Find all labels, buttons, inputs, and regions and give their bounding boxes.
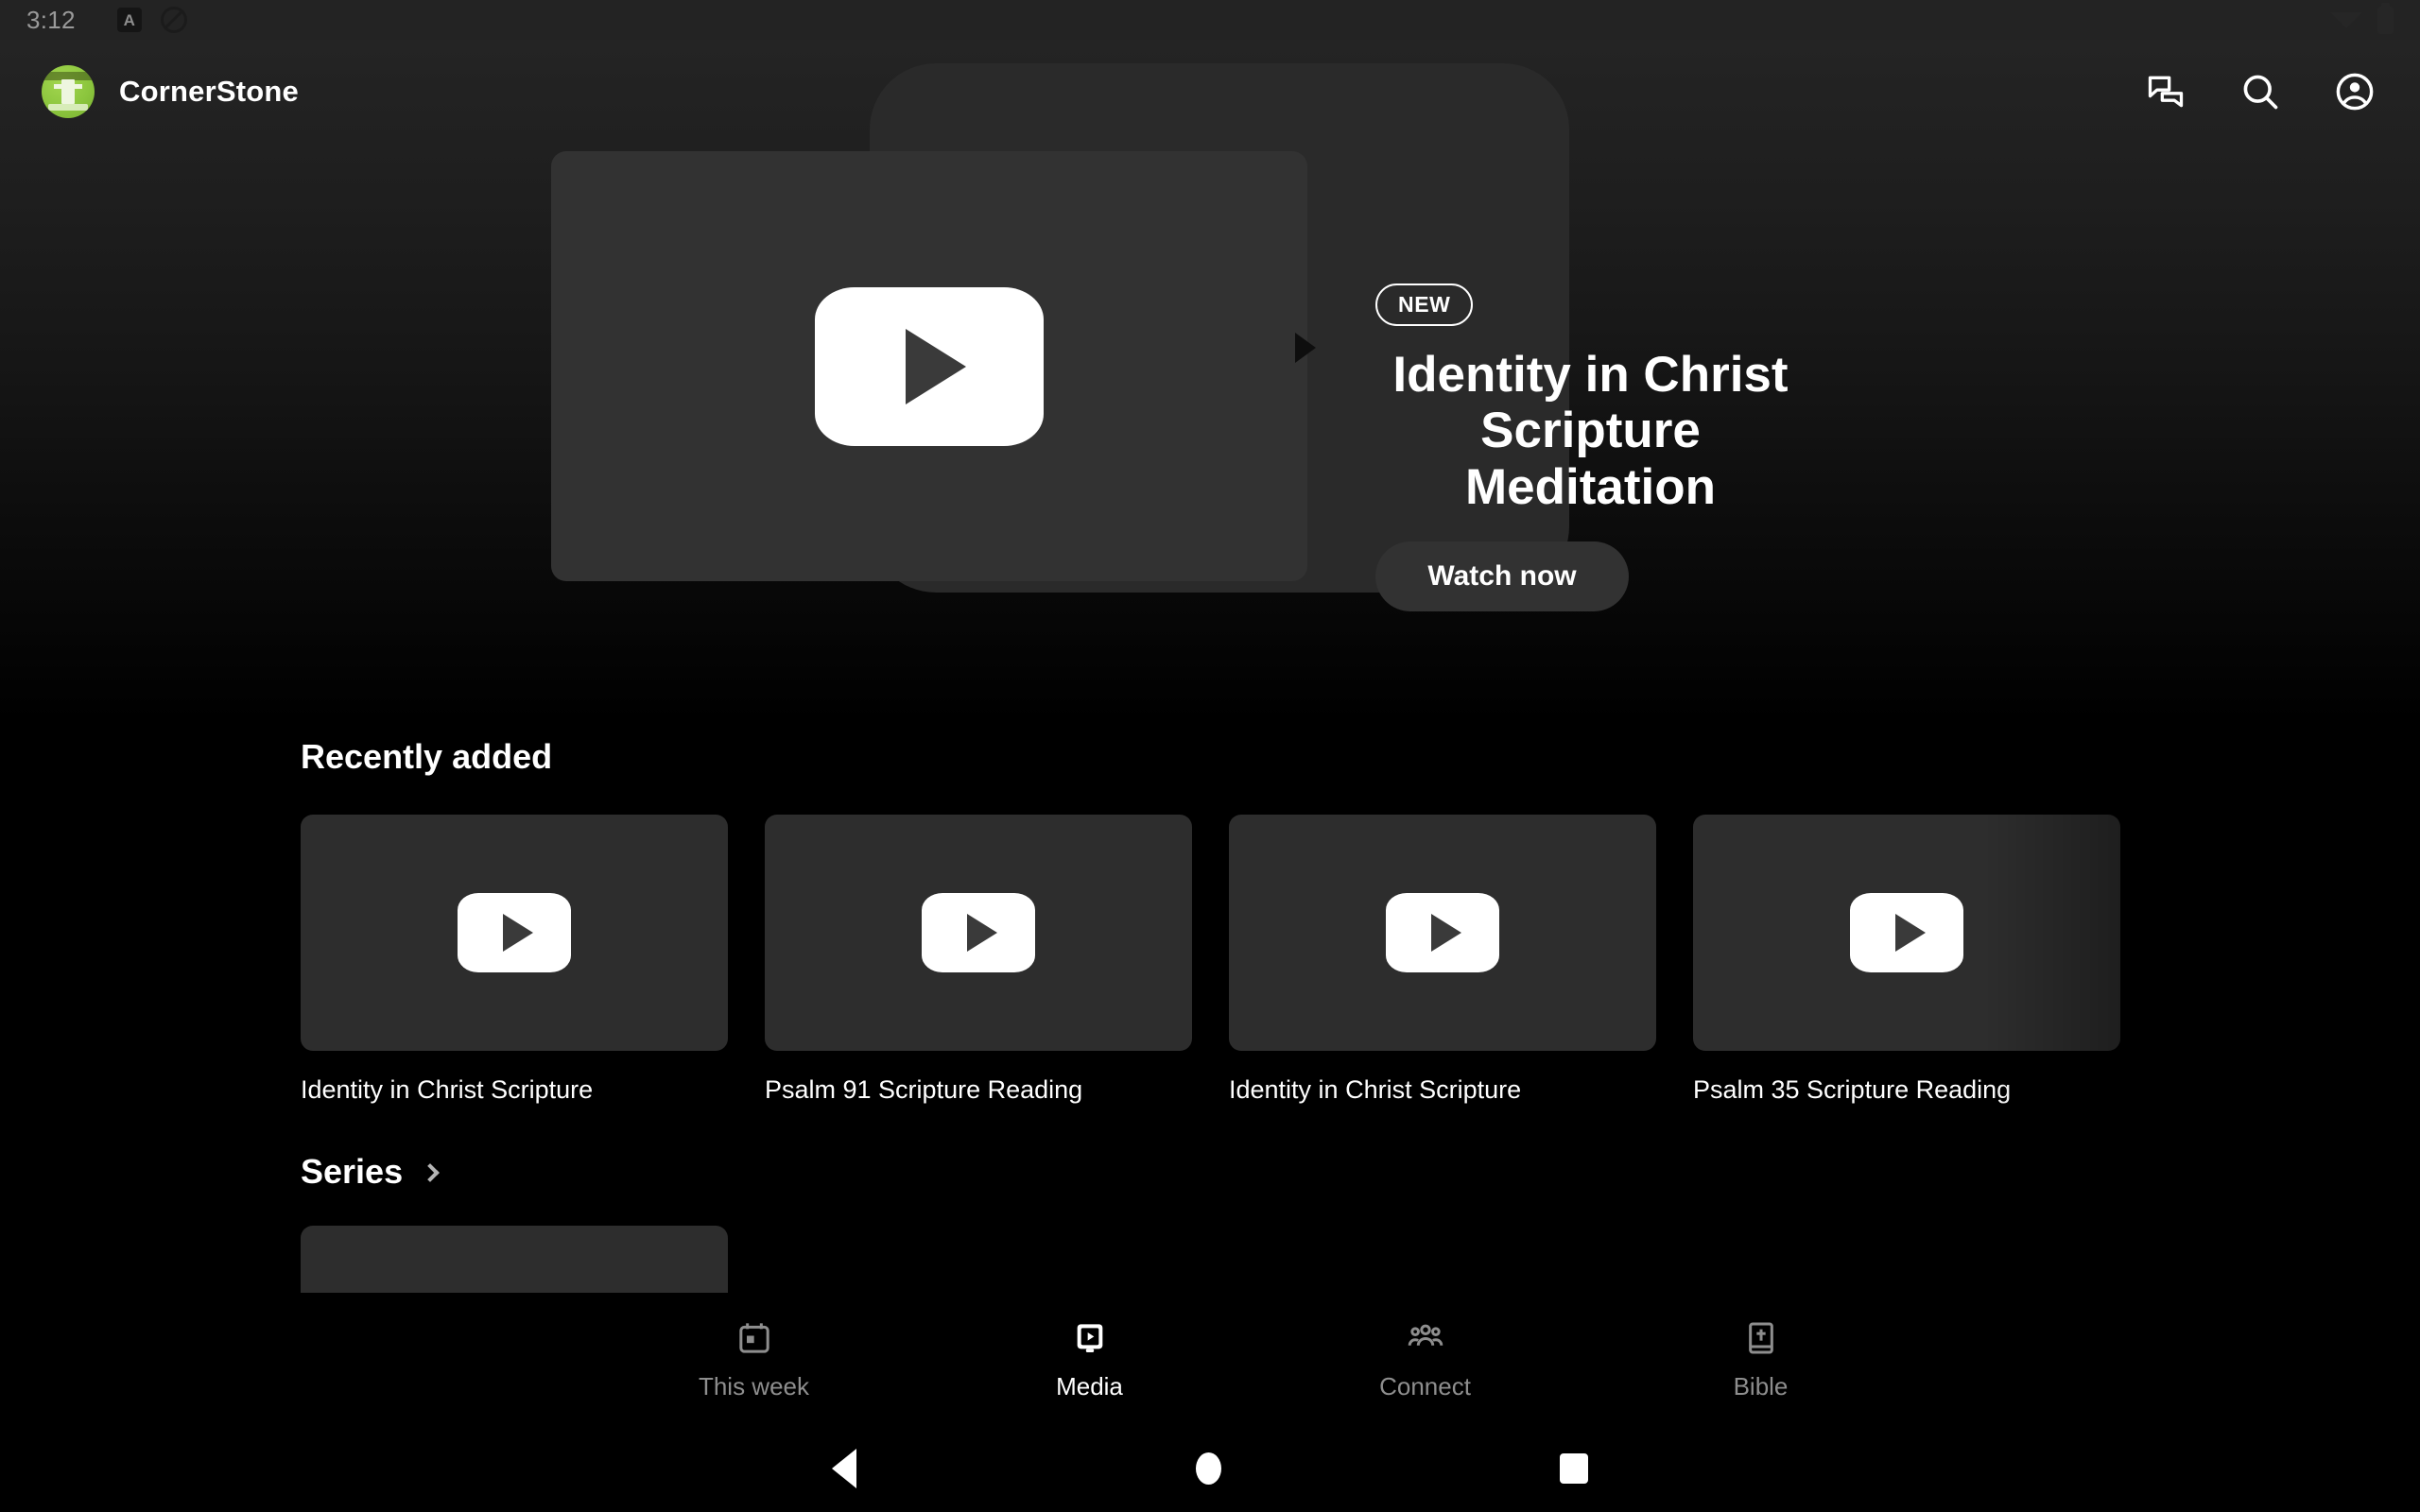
- play-triangle: [502, 914, 533, 952]
- people-group-icon: [1406, 1317, 1445, 1359]
- recents-button[interactable]: [1560, 1453, 1588, 1484]
- list-item[interactable]: Identity in Christ Scripture: [301, 815, 728, 1105]
- nav-item-this-week[interactable]: This week: [586, 1317, 922, 1401]
- account-icon[interactable]: [2331, 68, 2378, 115]
- youtube-play-icon: [458, 893, 571, 972]
- nav-label: Media: [1056, 1371, 1123, 1400]
- hero-title: Identity in Christ Scripture Meditation: [1392, 347, 1789, 515]
- media-play-icon: [1071, 1317, 1109, 1359]
- hero-video-thumbnail[interactable]: [551, 151, 1307, 581]
- video-thumbnail[interactable]: [1229, 815, 1656, 1051]
- logo-bottom-band: [48, 104, 88, 111]
- recently-added-label: Recently added: [301, 737, 553, 776]
- nav-item-bible[interactable]: Bible: [1593, 1317, 1928, 1401]
- video-title: Identity in Christ Scripture: [301, 1075, 594, 1104]
- nav-label: Connect: [1379, 1371, 1471, 1400]
- bottom-nav-items: This week Media Connect Bible: [586, 1317, 1928, 1401]
- brand[interactable]: CornerStone: [42, 65, 299, 118]
- cross-icon: [54, 79, 82, 104]
- youtube-play-icon: [815, 286, 1044, 446]
- back-button[interactable]: [832, 1449, 856, 1488]
- recently-added-row[interactable]: Identity in Christ Scripture Psalm 91 Sc…: [0, 815, 2420, 1105]
- video-title: Psalm 91 Scripture Reading: [765, 1075, 1083, 1104]
- hero-text-block: NEW Identity in Christ Scripture Meditat…: [1375, 284, 2094, 612]
- nav-label: Bible: [1733, 1371, 1789, 1400]
- messages-icon[interactable]: [2142, 68, 2189, 115]
- video-thumbnail[interactable]: [301, 815, 728, 1051]
- chevron-right-icon[interactable]: [421, 1163, 440, 1182]
- nav-label: This week: [698, 1371, 810, 1400]
- list-item[interactable]: Identity in Christ Scripture: [1229, 815, 1656, 1105]
- carousel-next-arrow[interactable]: [1295, 333, 1316, 363]
- nav-item-connect[interactable]: Connect: [1257, 1317, 1593, 1401]
- play-triangle: [906, 328, 966, 404]
- play-triangle: [1894, 914, 1926, 952]
- do-not-disturb-icon: [160, 7, 187, 33]
- calendar-icon: [735, 1317, 773, 1359]
- search-icon[interactable]: [2237, 68, 2284, 115]
- play-triangle: [1430, 914, 1461, 952]
- list-item[interactable]: Psalm 91 Scripture Reading: [765, 815, 1192, 1105]
- video-thumbnail[interactable]: [765, 815, 1192, 1051]
- play-triangle: [966, 914, 997, 952]
- youtube-play-icon: [922, 893, 1035, 972]
- android-status-bar: 3:12 A: [0, 0, 2420, 40]
- youtube-play-icon: [1386, 893, 1499, 972]
- series-heading[interactable]: Series: [0, 1152, 2420, 1192]
- battery-icon: [2377, 2, 2394, 34]
- recently-added-heading: Recently added: [0, 737, 2420, 777]
- status-badge: NEW: [1375, 284, 1474, 326]
- bible-book-icon: [1742, 1317, 1780, 1359]
- app-header: CornerStone: [0, 40, 2420, 144]
- android-system-nav: [0, 1425, 2420, 1512]
- video-thumbnail[interactable]: [1693, 815, 2120, 1051]
- series-label: Series: [301, 1152, 404, 1191]
- watch-now-button[interactable]: Watch now: [1375, 541, 1629, 612]
- nav-item-media[interactable]: Media: [922, 1317, 1257, 1401]
- app-root: 3:12 A CornerStone NEW Identity in Chris…: [0, 0, 2420, 1512]
- status-bar-clock: 3:12: [26, 5, 76, 34]
- app-title: CornerStone: [119, 75, 299, 108]
- wifi-icon: [2330, 11, 2362, 28]
- header-actions: [2142, 68, 2378, 115]
- bottom-navigation: This week Media Connect Bible: [0, 1293, 2420, 1425]
- home-button[interactable]: [1195, 1452, 1221, 1485]
- video-title: Psalm 35 Scripture Reading: [1693, 1075, 2012, 1104]
- status-bar-left-icons: A: [116, 7, 187, 33]
- youtube-play-icon: [1850, 893, 1963, 972]
- video-title: Identity in Christ Scripture: [1229, 1075, 1522, 1104]
- font-size-icon: A: [116, 8, 142, 32]
- list-item[interactable]: Psalm 35 Scripture Reading: [1693, 815, 2120, 1105]
- status-bar-right-icons: [2330, 2, 2394, 34]
- system-nav-buttons: [832, 1449, 1588, 1488]
- cornerstone-logo: [42, 65, 95, 118]
